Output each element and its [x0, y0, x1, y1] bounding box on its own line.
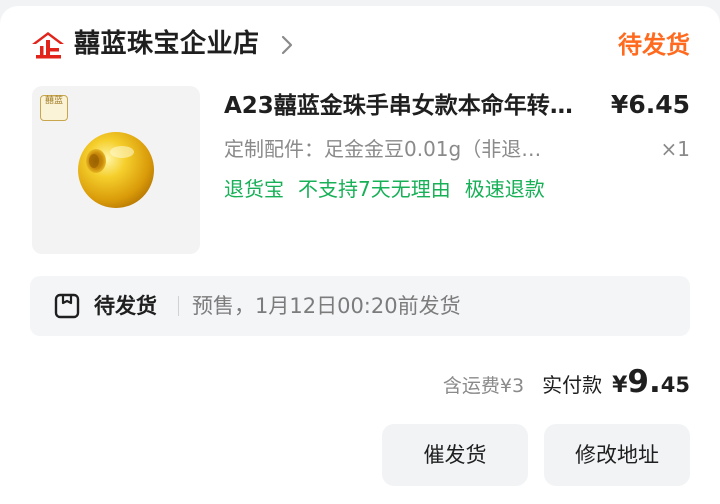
thumbnail-brand-logo: 囍蓝 — [40, 95, 68, 121]
product-spec: 定制配件：足金金豆0.01g（非退换） — [224, 137, 554, 161]
product-title[interactable]: A23囍蓝金珠手串女款本命年转运珠 — [224, 90, 584, 122]
package-box-icon — [54, 293, 80, 319]
thumbnail-logo-text: 囍蓝 — [44, 96, 63, 106]
product-thumbnail[interactable]: 囍蓝 — [32, 86, 200, 254]
product-price: ¥6.45 — [610, 90, 690, 119]
shop-name[interactable]: 囍蓝珠宝企业店 — [74, 26, 260, 62]
paid-amount-integer: 9. — [627, 364, 661, 400]
service-tags: 退货宝 不支持7天无理由 极速退款 — [224, 174, 545, 204]
urge-shipment-button[interactable]: 催发货 — [382, 424, 528, 486]
chevron-right-icon[interactable] — [280, 34, 294, 56]
service-tag-no-7day-return[interactable]: 不支持7天无理由 — [298, 174, 451, 204]
service-tag-return-insurance[interactable]: 退货宝 — [224, 174, 284, 204]
order-totals: 含运费¥3 实付款 ¥ 9. 45 — [443, 364, 690, 404]
order-card: 囍蓝珠宝企业店 待发货 囍蓝 A23囍蓝金珠手串女款本命年转运珠 ¥6.45 定… — [0, 6, 720, 504]
change-address-button[interactable]: 修改地址 — [544, 424, 690, 486]
paid-amount-decimal: 45 — [660, 373, 690, 397]
order-status: 待发货 — [618, 31, 690, 59]
shipping-status-label: 待发货 — [94, 294, 157, 318]
enterprise-store-logo-icon — [32, 32, 64, 59]
shipping-status-bar[interactable]: 待发货 预售，1月12日00:20前发货 — [30, 276, 690, 336]
product-quantity: ×1 — [660, 137, 690, 161]
gold-bead-image — [78, 132, 154, 208]
paid-amount-label: 实付款 — [542, 373, 603, 397]
shipping-deadline-note: 预售，1月12日00:20前发货 — [192, 294, 461, 318]
paid-currency-symbol: ¥ — [612, 373, 628, 398]
service-tag-fast-refund[interactable]: 极速退款 — [465, 174, 545, 204]
divider — [178, 296, 179, 316]
shipping-fee: 含运费¥3 — [442, 375, 525, 397]
